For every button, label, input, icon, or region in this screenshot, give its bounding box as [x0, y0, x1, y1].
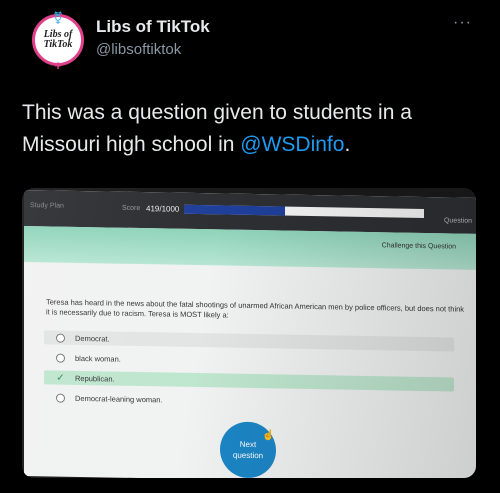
option-label: Democrat-leaning woman.	[75, 393, 163, 404]
question-label: Question	[443, 217, 472, 225]
option-label: black woman.	[75, 353, 121, 364]
checkmark-icon: ✓	[56, 372, 65, 384]
avatar-logo-text: Libs of TikTok	[43, 29, 73, 50]
score-value: 419/1000	[146, 204, 180, 214]
study-plan-link: Study Plan	[30, 202, 64, 210]
score-label: Score	[122, 204, 141, 213]
radio-icon	[56, 393, 65, 403]
tweet-text: This was a question given to students in…	[22, 97, 482, 161]
question-text: Teresa has heard in the news about the f…	[46, 297, 465, 320]
challenge-question-link: Challenge this Question	[381, 242, 456, 251]
score-progress-fill	[184, 204, 285, 216]
trans-symbol-icon: ⚧	[52, 11, 64, 25]
tweet-end: .	[344, 133, 351, 156]
next-label: Next	[239, 439, 257, 450]
option-black-woman: black woman.	[44, 350, 454, 371]
more-icon[interactable]: ···	[453, 14, 472, 32]
score-progress-bar	[184, 204, 424, 218]
account-handle[interactable]: @libsoftiktok	[96, 41, 181, 58]
option-democrat-leaning-woman: Democrat-leaning woman.	[44, 390, 454, 411]
option-republican: ✓ Republican.	[44, 370, 454, 392]
account-name[interactable]: Libs of TikTok	[96, 17, 210, 37]
tweet-photo[interactable]: Study Plan Score 419/1000 Question Chall…	[22, 188, 476, 478]
option-democrat: Democrat.	[44, 330, 454, 352]
radio-icon	[56, 353, 65, 363]
tweet-body: This was a question given to students in…	[22, 101, 412, 156]
mention-link[interactable]: @WSDinfo	[240, 133, 344, 156]
female-symbol-icon: +	[54, 58, 62, 73]
radio-icon	[56, 333, 65, 343]
option-label: Democrat.	[75, 333, 110, 343]
question-label-btn: question	[232, 450, 264, 461]
hand-cursor-icon: ☝	[262, 430, 275, 442]
option-label: Republican.	[75, 373, 115, 384]
quiz-screen: Study Plan Score 419/1000 Question Chall…	[24, 190, 476, 478]
avatar[interactable]: ⚧ Libs of TikTok +	[32, 11, 84, 73]
